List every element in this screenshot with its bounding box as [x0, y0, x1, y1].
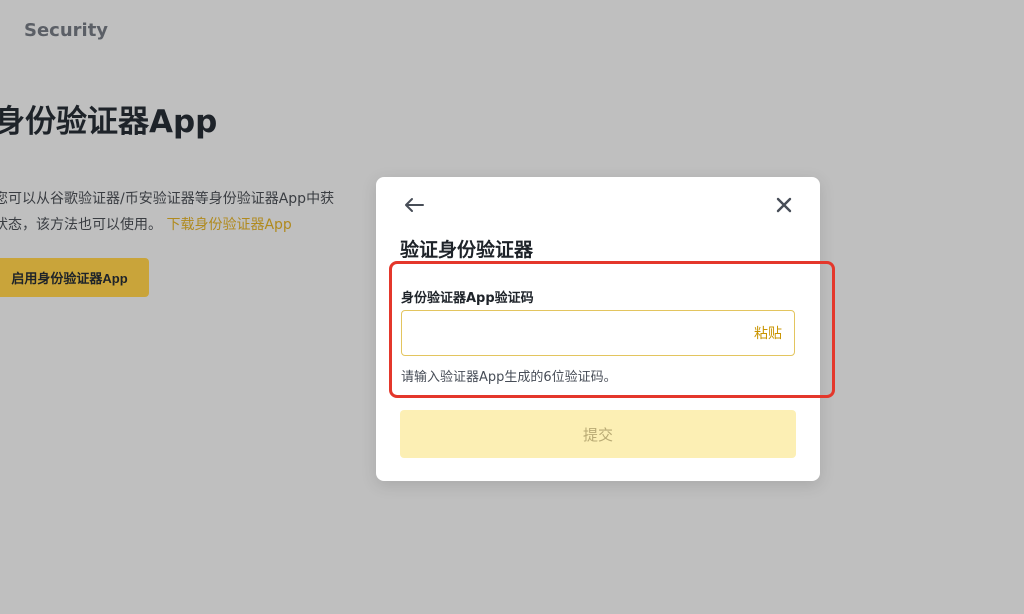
modal-title: 验证身份验证器: [400, 239, 534, 261]
submit-button[interactable]: 提交: [400, 410, 796, 458]
download-app-link[interactable]: 下载身份验证器App: [166, 217, 291, 233]
verify-authenticator-modal: 验证身份验证器 身份验证器App验证码 粘贴 请输入验证器App生成的6位验证码…: [376, 177, 820, 481]
authenticator-code-field: 粘贴: [401, 310, 795, 356]
back-arrow-icon[interactable]: [400, 191, 428, 219]
code-hint: 请输入验证器App生成的6位验证码。: [401, 370, 617, 385]
page-description: 您可以从谷歌验证器/币安验证器等身份验证器App中获 状态，该方法也可以使用。 …: [0, 186, 334, 238]
authenticator-code-label: 身份验证器App验证码: [401, 291, 534, 306]
enable-authenticator-button[interactable]: 启用身份验证器App: [0, 258, 149, 297]
close-icon[interactable]: [770, 191, 798, 219]
page-title: 身份验证器App: [0, 104, 218, 140]
description-line-2: 状态，该方法也可以使用。 下载身份验证器App: [0, 212, 334, 238]
paste-button[interactable]: 粘贴: [754, 323, 782, 343]
section-label: Security: [24, 20, 109, 41]
description-line-2-text: 状态，该方法也可以使用。: [0, 217, 162, 233]
description-line-1: 您可以从谷歌验证器/币安验证器等身份验证器App中获: [0, 191, 335, 207]
authenticator-code-input[interactable]: [402, 311, 754, 355]
